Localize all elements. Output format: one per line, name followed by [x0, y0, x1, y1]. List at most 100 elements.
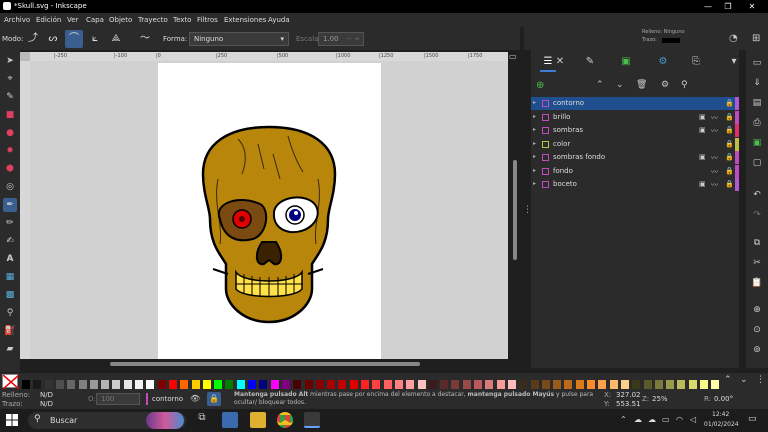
color-swatch[interactable]	[89, 380, 98, 389]
layer-checkbox-icon[interactable]	[542, 154, 549, 161]
layer-row[interactable]: ▸ color 🔒	[531, 137, 739, 151]
color-swatch[interactable]	[428, 380, 437, 389]
new-document-icon[interactable]: ▭	[751, 58, 763, 70]
color-swatch[interactable]	[417, 380, 426, 389]
expand-arrow-icon[interactable]: ▸	[533, 140, 536, 147]
clock-time[interactable]: 12:42	[712, 411, 729, 418]
mask-icon[interactable]: ▣	[699, 153, 706, 161]
layer-lock-icon[interactable]: 🔒	[207, 392, 221, 406]
file-explorer-icon[interactable]	[250, 412, 266, 428]
vertical-scrollbar[interactable]	[513, 160, 517, 260]
tweak-tool-icon[interactable]: ✎	[3, 90, 17, 104]
menu-trayecto[interactable]: Trayecto	[138, 16, 168, 24]
text-tool-icon[interactable]: A	[3, 252, 17, 266]
layer-checkbox-icon[interactable]	[542, 100, 549, 107]
color-swatch[interactable]	[700, 380, 708, 389]
cloud-icon[interactable]: ☁	[648, 415, 656, 424]
layer-checkbox-icon[interactable]	[542, 113, 549, 121]
layer-row[interactable]: ▸ brillo ▣ 〰 🔒	[531, 110, 739, 124]
menu-archivo[interactable]: Archivo	[4, 16, 30, 24]
color-swatch[interactable]	[101, 380, 110, 389]
notifications-icon[interactable]: ▭	[748, 414, 757, 424]
color-swatch[interactable]	[315, 380, 324, 389]
fill-stroke-tab-icon[interactable]: ✎	[582, 56, 598, 72]
onedrive-icon[interactable]: ☁	[634, 415, 642, 424]
expand-arrow-icon[interactable]: ▸	[533, 153, 536, 160]
save-icon[interactable]: ▤	[751, 98, 763, 110]
layer-settings-icon[interactable]: ⚙	[661, 80, 669, 90]
import-icon[interactable]: ▣	[751, 138, 763, 150]
expand-arrow-icon[interactable]: ▸	[533, 167, 536, 174]
add-layer-icon[interactable]: ⊕	[536, 80, 544, 91]
zoom-selection-icon[interactable]: ⊕	[751, 305, 763, 317]
color-swatch[interactable]	[587, 380, 595, 389]
pen-tool-icon[interactable]: ✒	[3, 198, 17, 212]
zoom-page-icon[interactable]: ⊚	[751, 345, 763, 357]
color-swatch[interactable]	[135, 380, 143, 389]
mesh-tool-icon[interactable]: ▩	[3, 288, 17, 302]
menu-ver[interactable]: Ver	[67, 16, 78, 24]
expand-arrow-icon[interactable]: ▸	[533, 99, 536, 106]
skull-drawing[interactable]	[198, 124, 340, 326]
color-swatch[interactable]	[33, 380, 42, 389]
color-swatch[interactable]	[78, 380, 87, 389]
lock-icon[interactable]: 🔒	[725, 180, 734, 188]
color-swatch[interactable]	[55, 380, 64, 389]
selector-tool-icon[interactable]: ➤	[3, 54, 17, 68]
color-swatch[interactable]	[688, 380, 697, 389]
color-swatch[interactable]	[575, 380, 584, 389]
task-view-icon[interactable]: ⧉	[194, 412, 210, 428]
color-swatch[interactable]	[202, 380, 211, 389]
layer-visibility-icon[interactable]: 👁	[190, 394, 200, 403]
color-swatch[interactable]	[451, 380, 460, 389]
no-paint-swatch[interactable]	[2, 374, 20, 390]
search-icon[interactable]: ⚲	[681, 80, 688, 90]
export-tab-icon[interactable]: ▣	[618, 56, 634, 72]
color-swatch[interactable]	[677, 380, 686, 389]
color-swatch[interactable]	[406, 380, 415, 389]
lock-icon[interactable]: 🔒	[725, 153, 734, 161]
horizontal-scrollbar[interactable]	[110, 362, 420, 366]
dropper-tool-icon[interactable]: ⚲	[3, 306, 17, 320]
color-swatch[interactable]	[485, 380, 494, 389]
current-layer-name[interactable]: contorno	[152, 395, 183, 403]
lock-icon[interactable]: 🔒	[725, 126, 734, 134]
tray-chevron-icon[interactable]: ⌃	[620, 415, 627, 424]
color-swatch[interactable]	[530, 380, 539, 389]
visibility-icon[interactable]: 〰	[711, 113, 718, 123]
ellipse-tool-icon[interactable]: ●	[3, 126, 17, 140]
lock-icon[interactable]: 🔒	[725, 113, 734, 121]
mask-icon[interactable]: ▣	[699, 126, 706, 134]
color-swatch[interactable]	[440, 380, 449, 389]
copy-icon[interactable]: ⧉	[751, 238, 763, 250]
color-swatch[interactable]	[394, 380, 403, 389]
color-swatch[interactable]	[225, 380, 234, 389]
clock-date[interactable]: 01/02/2024	[704, 421, 739, 428]
sequence-mode-icon[interactable]: ⟁	[107, 30, 125, 48]
color-swatch[interactable]	[259, 380, 268, 389]
3dbox-tool-icon[interactable]: ⬢	[3, 162, 17, 176]
color-swatch[interactable]	[248, 380, 256, 389]
color-swatch[interactable]	[474, 380, 482, 389]
inkscape-taskbar-icon[interactable]	[304, 412, 320, 428]
document-tab-icon[interactable]: ⎘	[688, 56, 704, 72]
color-swatch[interactable]	[168, 380, 177, 389]
color-swatch[interactable]	[123, 380, 132, 389]
layer-row[interactable]: ▸ contorno 🔒	[531, 97, 739, 110]
minimize-button[interactable]: —	[701, 1, 715, 12]
expand-arrow-icon[interactable]: ▸	[533, 180, 536, 187]
panel-menu-icon[interactable]: ▾	[726, 56, 742, 72]
palette-menu-icon[interactable]: ⋮	[756, 375, 765, 385]
windows-start-icon[interactable]	[6, 414, 18, 426]
forma-dropdown[interactable]: Ninguno ▾	[189, 32, 289, 46]
redo-icon[interactable]: ↷	[751, 210, 763, 222]
layer-checkbox-icon[interactable]	[542, 127, 549, 134]
objects-tab-icon[interactable]: ⚙	[655, 56, 671, 72]
layer-checkbox-icon[interactable]	[542, 181, 549, 188]
battery-icon[interactable]: ▭	[662, 415, 670, 424]
gradient-tool-icon[interactable]: ▦	[3, 270, 17, 284]
close-tab-icon[interactable]: ✕	[552, 56, 568, 72]
visibility-icon[interactable]: 〰	[711, 153, 718, 163]
display-mode-icon[interactable]: ▭	[509, 52, 517, 61]
escala-field[interactable]: 1.00 − +	[318, 32, 364, 46]
